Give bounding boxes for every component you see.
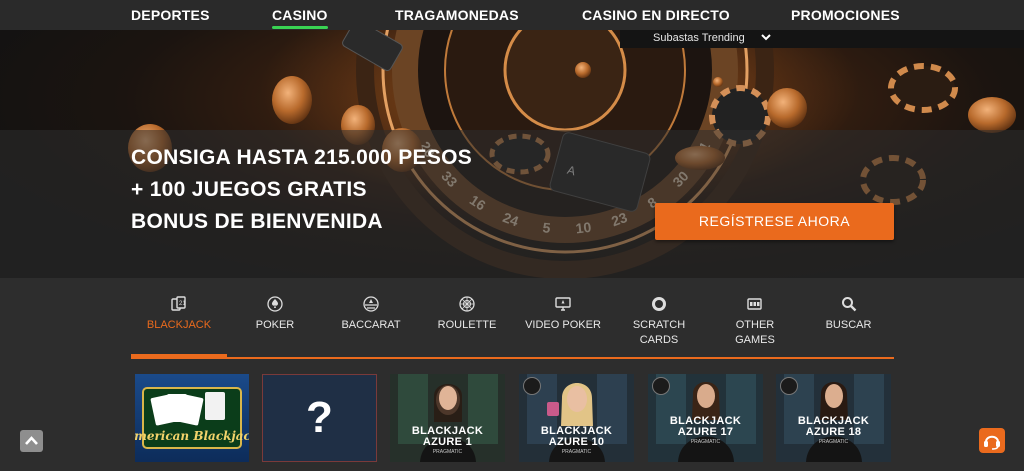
- game-title-line-2: AZURE 17: [677, 426, 734, 438]
- tab-other-games[interactable]: OTHER GAMES: [707, 278, 803, 358]
- nav-promociones[interactable]: PROMOCIONES: [791, 0, 900, 30]
- baccarat-table-icon: [363, 296, 379, 312]
- game-placeholder-question: ?: [306, 393, 333, 442]
- live-badge-icon: [652, 377, 670, 395]
- tab-label: POKER: [255, 319, 295, 331]
- game-title-line-2: AZURE 18: [805, 426, 862, 438]
- nav-deportes[interactable]: DEPORTES: [131, 0, 210, 30]
- game-category-tabs: 21 BLACKJACK POKER BACCARAT ROULETTE VID…: [131, 278, 894, 360]
- tab-roulette[interactable]: ROULETTE: [419, 278, 515, 358]
- nav-casino[interactable]: CASINO: [272, 0, 328, 30]
- tab-label: VIDEO POKER: [525, 319, 601, 331]
- tab-label: OTHER GAMES: [735, 319, 775, 346]
- game-title-line-2: AZURE 1: [422, 436, 473, 448]
- game-tile-blackjack-azure-10[interactable]: BLACKJACK AZURE 10 PRAGMATIC: [519, 374, 634, 462]
- scratch-card-icon: [652, 297, 666, 311]
- game-title: American Blackjack: [135, 429, 249, 443]
- tab-poker[interactable]: POKER: [227, 278, 323, 358]
- game-artwork: American Blackjack: [135, 387, 249, 449]
- tab-label: BACCARAT: [341, 319, 401, 331]
- trending-label: Subastas Trending: [653, 32, 745, 44]
- game-provider: PRAGMATIC: [818, 439, 849, 445]
- tab-blackjack[interactable]: 21 BLACKJACK: [131, 278, 227, 358]
- game-tile-blackjack-azure-18[interactable]: BLACKJACK AZURE 18 PRAGMATIC: [776, 374, 891, 462]
- casino-page: DEPORTES CASINO TRAGAMONEDAS CASINO EN D…: [0, 0, 1024, 471]
- hero-headline-line-1: CONSIGA HASTA 215.000 PESOS: [131, 146, 473, 169]
- tabs-underline: [131, 357, 894, 359]
- game-tile-blackjack-azure-1[interactable]: BLACKJACK AZURE 1 PRAGMATIC: [390, 374, 505, 462]
- tab-scratch-cards[interactable]: SCRATCH CARDS: [611, 278, 707, 358]
- live-badge-icon: [780, 377, 798, 395]
- slot-machine-icon: [747, 298, 762, 310]
- roulette-wheel-icon: [459, 296, 475, 312]
- tab-label: BUSCAR: [825, 319, 872, 331]
- live-badge-icon: [523, 377, 541, 395]
- game-provider: PRAGMATIC: [561, 449, 592, 455]
- tab-buscar[interactable]: BUSCAR: [803, 278, 894, 358]
- nav-casino-en-directo[interactable]: CASINO EN DIRECTO: [582, 0, 730, 30]
- game-provider: PRAGMATIC: [432, 449, 463, 455]
- game-provider: PRAGMATIC: [690, 439, 721, 445]
- monitor-icon: [555, 297, 571, 311]
- hero-headline-line-2: + 100 JUEGOS GRATIS: [131, 178, 367, 201]
- trending-auctions-dropdown[interactable]: Subastas Trending: [620, 30, 1024, 48]
- tab-label: ROULETTE: [437, 319, 497, 331]
- spade-icon: [267, 296, 283, 312]
- register-now-button[interactable]: REGÍSTRESE AHORA: [655, 203, 894, 240]
- game-tile-unknown[interactable]: ?: [262, 374, 377, 462]
- game-title-line-2: AZURE 10: [548, 436, 605, 448]
- hero-banner: 203316245102383011 A: [0, 30, 1024, 278]
- chevron-down-icon: [761, 34, 771, 41]
- game-tile-blackjack-azure-17[interactable]: BLACKJACK AZURE 17 PRAGMATIC: [648, 374, 763, 462]
- hero-headline-line-3: BONUS DE BIENVENIDA: [131, 210, 383, 233]
- chevron-up-icon: [25, 436, 38, 445]
- active-tab-indicator: [131, 354, 227, 358]
- tab-label: BLACKJACK: [146, 319, 212, 331]
- support-chat-button[interactable]: [979, 428, 1005, 453]
- game-tile-american-blackjack[interactable]: American Blackjack: [135, 374, 249, 462]
- nav-tragamonedas[interactable]: TRAGAMONEDAS: [395, 0, 519, 30]
- tab-label: SCRATCH CARDS: [632, 319, 686, 346]
- tab-video-poker[interactable]: VIDEO POKER: [515, 278, 611, 358]
- top-navigation: DEPORTES CASINO TRAGAMONEDAS CASINO EN D…: [0, 0, 1024, 30]
- search-icon: [841, 297, 856, 312]
- tab-baccarat[interactable]: BACCARAT: [323, 278, 419, 358]
- svg-text:21: 21: [179, 301, 186, 307]
- blackjack-cards-icon: 21: [171, 296, 186, 311]
- scroll-to-top-button[interactable]: [20, 430, 43, 452]
- headset-icon: [984, 435, 1000, 450]
